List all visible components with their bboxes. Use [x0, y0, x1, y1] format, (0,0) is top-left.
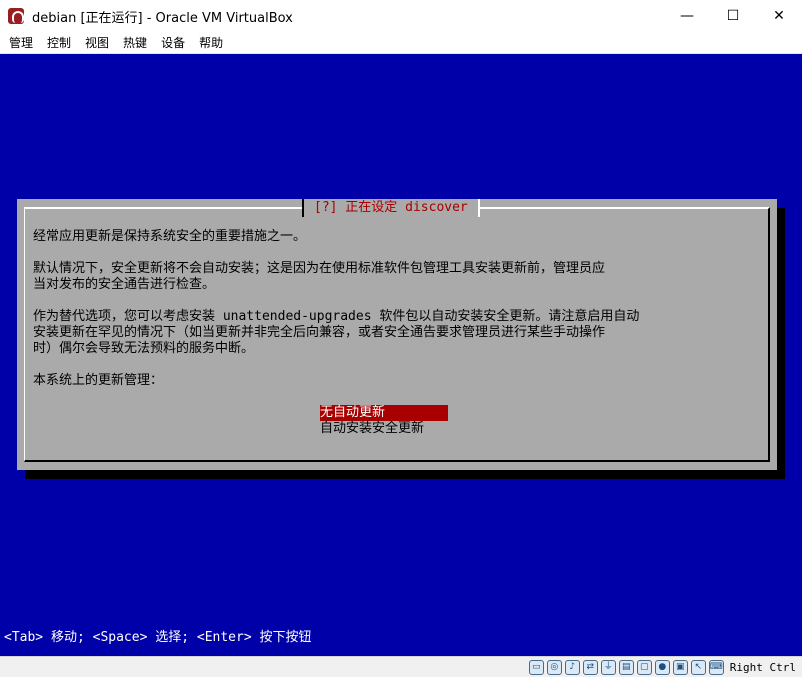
para2-line1: 默认情况下，安全更新将不会自动安装；这是因为在使用标准软件包管理工具安装更新前，… — [33, 261, 606, 276]
display-icon[interactable]: ▢ — [636, 660, 652, 675]
para3-line3: 时）偶尔会导致无法预料的服务中断。 — [33, 341, 255, 356]
update-prompt: 本系统上的更新管理： — [33, 373, 164, 388]
dialog-title: [?] 正在设定 discover — [302, 199, 480, 217]
hdd-icon[interactable]: ▭ — [528, 660, 544, 675]
status-tray: ▭ ◎ ♪ ⇄ ⏚ ▤ ▢ ● ▣ ↖ ⌨ Right Ctrl — [528, 659, 796, 676]
maximize-button[interactable]: ☐ — [710, 0, 756, 32]
menu-view[interactable]: 视图 — [78, 32, 116, 54]
window-titlebar[interactable]: debian [正在运行] - Oracle VM VirtualBox — ☐… — [0, 0, 802, 32]
recording-icon[interactable]: ● — [654, 660, 670, 675]
menu-control[interactable]: 控制 — [40, 32, 78, 54]
menu-hotkeys[interactable]: 热键 — [116, 32, 154, 54]
menu-manage[interactable]: 管理 — [0, 32, 40, 54]
minimize-button[interactable]: — — [664, 0, 710, 32]
shared-folder-icon[interactable]: ▤ — [618, 660, 634, 675]
debian-app-icon — [8, 8, 24, 24]
network-icon[interactable]: ⇄ — [582, 660, 598, 675]
audio-icon[interactable]: ♪ — [564, 660, 580, 675]
para1: 经常应用更新是保持系统安全的重要措施之一。 — [33, 229, 307, 244]
keyboard-hint: <Tab> 移动; <Space> 选择; <Enter> 按下按钮 — [4, 630, 312, 645]
para3-line2: 安装更新在罕见的情况下（如当更新并非完全后向兼容，或者安全通告要求管理员进行某些… — [33, 325, 606, 340]
host-key-label: Right Ctrl — [729, 661, 796, 674]
close-button[interactable]: ✕ — [756, 0, 802, 32]
para2-line2: 当对发布的安全通告进行检查。 — [33, 277, 216, 292]
window-title: debian [正在运行] - Oracle VM VirtualBox — [32, 10, 293, 26]
keyboard-icon[interactable]: ⌨ — [708, 660, 724, 675]
vm-screen[interactable]: [?] 正在设定 discover 经常应用更新是保持系统安全的重要措施之一。 … — [0, 54, 802, 656]
cpu-icon[interactable]: ▣ — [672, 660, 688, 675]
option-auto-install-security[interactable]: 自动安装安全更新 — [320, 421, 448, 437]
optical-icon[interactable]: ◎ — [546, 660, 562, 675]
usb-icon[interactable]: ⏚ — [600, 660, 616, 675]
menu-bar: 管理 控制 视图 热键 设备 帮助 — [0, 32, 802, 54]
status-bar: ▭ ◎ ♪ ⇄ ⏚ ▤ ▢ ● ▣ ↖ ⌨ Right Ctrl — [0, 656, 802, 677]
window-controls: — ☐ ✕ — [664, 0, 802, 32]
menu-help[interactable]: 帮助 — [192, 32, 230, 54]
para3-line1: 作为替代选项，您可以考虑安装 unattended-upgrades 软件包以自… — [33, 309, 640, 324]
debconf-dialog: [?] 正在设定 discover 经常应用更新是保持系统安全的重要措施之一。 … — [17, 199, 777, 470]
menu-devices[interactable]: 设备 — [154, 32, 192, 54]
mouse-icon[interactable]: ↖ — [690, 660, 706, 675]
option-no-auto-update[interactable]: 无自动更新 — [320, 405, 448, 421]
